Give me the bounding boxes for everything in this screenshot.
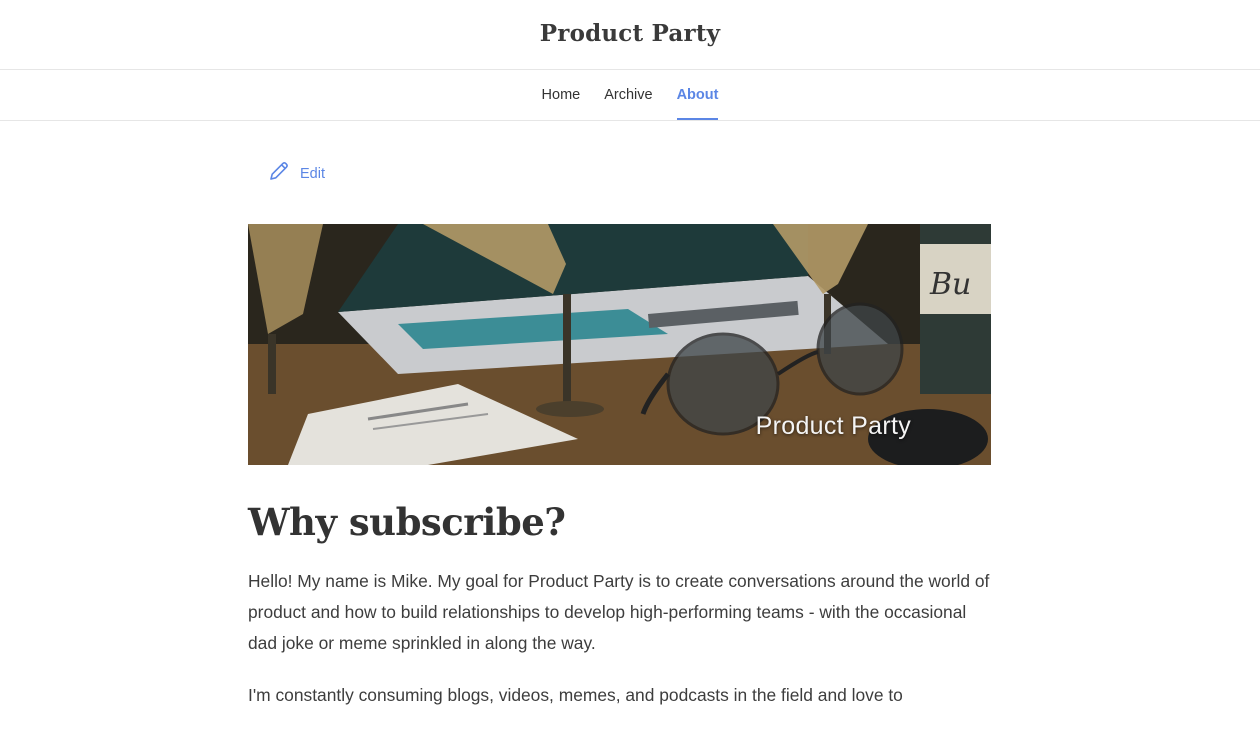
pencil-icon [268, 160, 290, 187]
edit-label: Edit [300, 165, 325, 182]
main-nav: Home Archive About [0, 70, 1260, 121]
site-header: Product Party [0, 0, 1260, 70]
nav-about[interactable]: About [665, 70, 731, 120]
intro-paragraph: Hello! My name is Mike. My goal for Prod… [248, 571, 990, 653]
hero-image: Bu Product Party [248, 224, 991, 465]
nav-archive[interactable]: Archive [592, 70, 664, 120]
page-heading: Why subscribe? [248, 500, 566, 544]
second-paragraph: I'm constantly consuming blogs, videos, … [248, 685, 903, 705]
site-title[interactable]: Product Party [540, 20, 720, 47]
nav-home[interactable]: Home [530, 70, 593, 120]
svg-text:Bu: Bu [929, 267, 971, 302]
edit-button[interactable]: Edit [268, 160, 325, 187]
hero-caption: Product Party [755, 412, 911, 440]
about-content: Why subscribe? Hello! My name is Mike. M… [248, 500, 993, 732]
